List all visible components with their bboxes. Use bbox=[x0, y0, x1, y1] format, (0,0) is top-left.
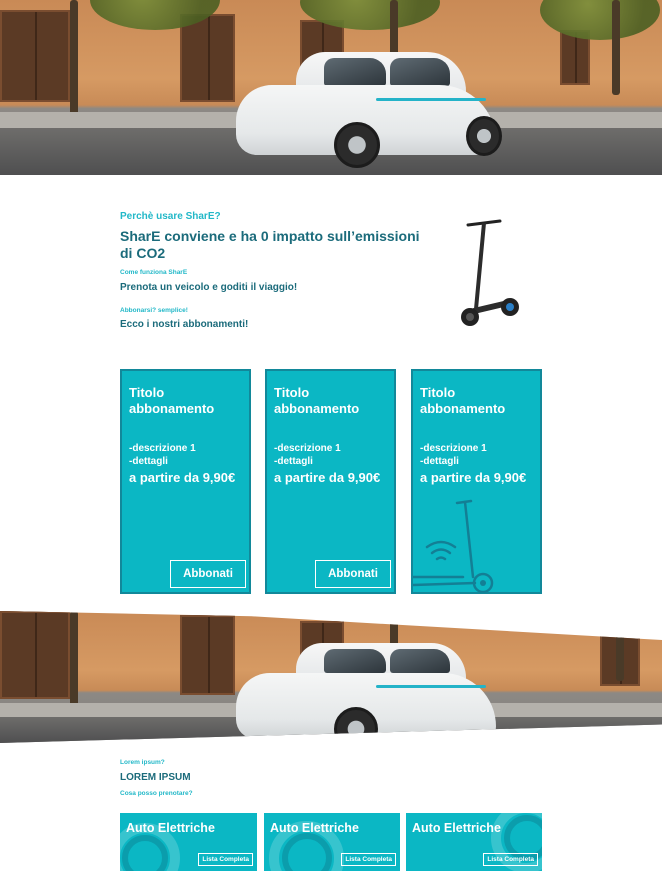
subscribe-button[interactable]: Abbonati bbox=[315, 560, 391, 588]
how-label: Come funziona SharE bbox=[120, 269, 188, 276]
plan-card: Titolo abbonamento -descrizione 1 -detta… bbox=[120, 369, 251, 594]
category-card[interactable]: Auto Elettriche Lista Completa bbox=[406, 813, 542, 871]
hero-image bbox=[0, 0, 662, 175]
full-list-button[interactable]: Lista Completa bbox=[483, 853, 538, 866]
plan-title: Titolo abbonamento bbox=[420, 385, 506, 416]
subscribe-text: Ecco i nostri abbonamenti! bbox=[120, 319, 249, 330]
banner-image bbox=[0, 611, 662, 743]
building-door bbox=[180, 14, 235, 102]
plan-price: a partire da 9,90€ bbox=[129, 470, 236, 485]
plan-description: -descrizione 1 -dettagli bbox=[129, 443, 196, 467]
building-door bbox=[0, 611, 70, 699]
subscribe-label: Abbonarsi? semplice! bbox=[120, 307, 188, 314]
plan-description: -descrizione 1 -dettagli bbox=[420, 443, 487, 467]
category-card[interactable]: Auto Elettriche Lista Completa bbox=[120, 813, 257, 871]
intro-headline: SharE conviene e ha 0 impatto sull’emiss… bbox=[120, 228, 420, 261]
plan-card: Titolo abbonamento -descrizione 1 -detta… bbox=[265, 369, 396, 594]
bottom-sub-label: Cosa posso prenotare? bbox=[120, 790, 193, 797]
bottom-heading: LOREM IPSUM bbox=[120, 772, 191, 783]
building-door bbox=[0, 10, 70, 102]
bottom-label: Lorem ipsum? bbox=[120, 759, 165, 766]
plan-description: -descrizione 1 -dettagli bbox=[274, 443, 341, 467]
car-image bbox=[236, 50, 506, 175]
category-title: Auto Elettriche bbox=[126, 821, 215, 835]
scooter-icon bbox=[461, 219, 519, 326]
car-image bbox=[236, 641, 506, 743]
subscribe-button[interactable]: Abbonati bbox=[170, 560, 246, 588]
plan-title: Titolo abbonamento bbox=[274, 385, 360, 416]
full-list-button[interactable]: Lista Completa bbox=[341, 853, 396, 866]
plan-title: Titolo abbonamento bbox=[129, 385, 215, 416]
category-title: Auto Elettriche bbox=[412, 821, 501, 835]
plan-card: Titolo abbonamento -descrizione 1 -detta… bbox=[411, 369, 542, 594]
intro-section: Perchè usare SharE? SharE conviene e ha … bbox=[120, 211, 420, 330]
how-text: Prenota un veicolo e goditi il viaggio! bbox=[120, 282, 298, 293]
building-door bbox=[180, 615, 235, 695]
booking-section: Lorem ipsum? LOREM IPSUM Cosa posso pren… bbox=[120, 759, 420, 797]
scooter-wifi-icon bbox=[413, 499, 494, 593]
plan-price: a partire da 9,90€ bbox=[420, 470, 527, 485]
plan-price: a partire da 9,90€ bbox=[274, 470, 381, 485]
category-title: Auto Elettriche bbox=[270, 821, 359, 835]
category-card[interactable]: Auto Elettriche Lista Completa bbox=[264, 813, 400, 871]
intro-question: Perchè usare SharE? bbox=[120, 211, 221, 222]
full-list-button[interactable]: Lista Completa bbox=[198, 853, 253, 866]
